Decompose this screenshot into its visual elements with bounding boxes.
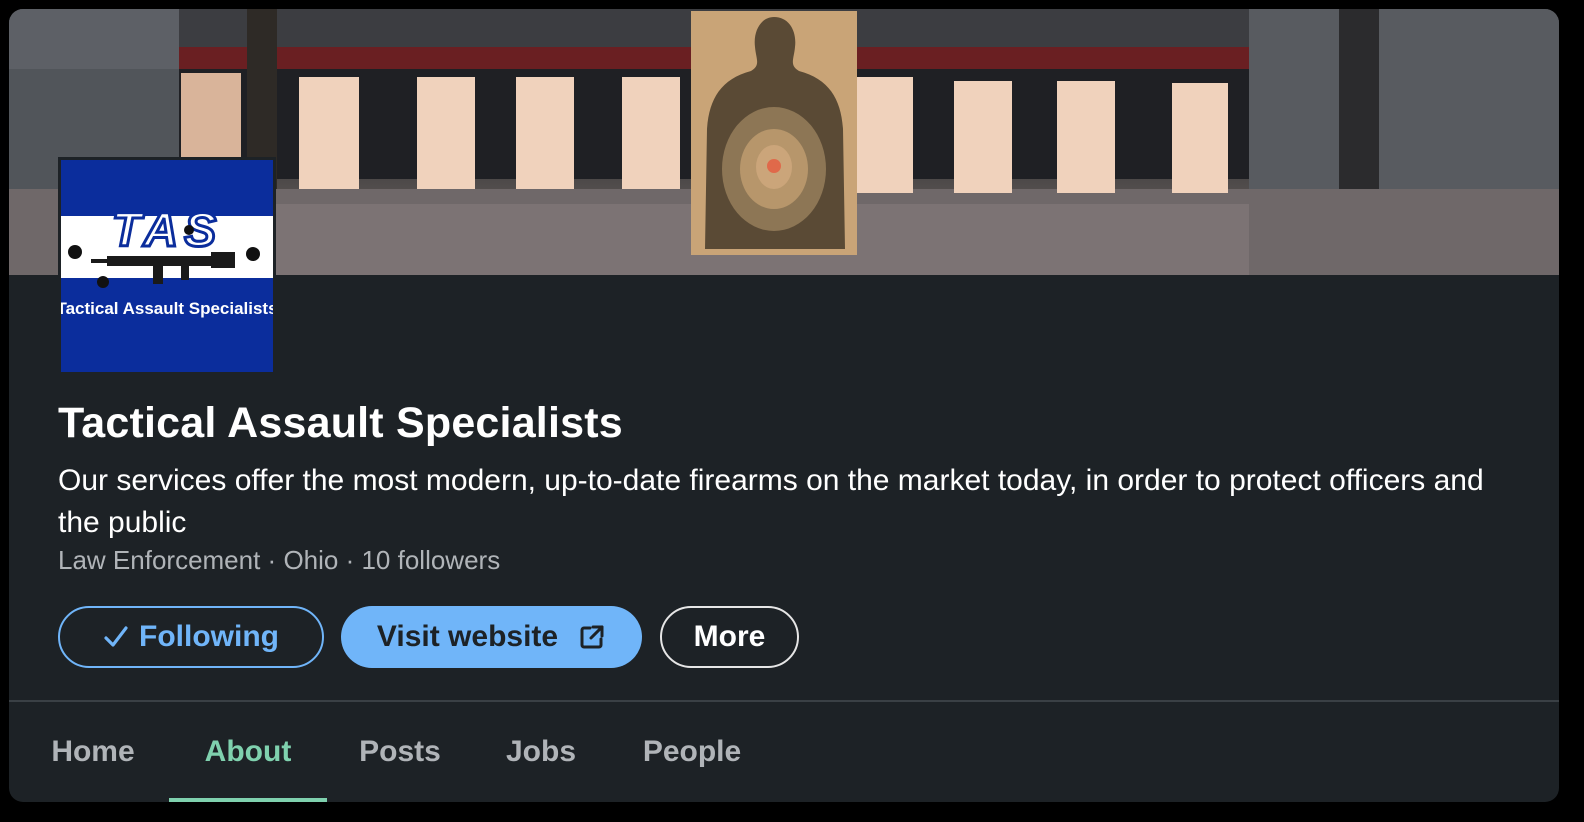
company-logo[interactable]: TAS Tactical Assault Specialists [58,157,276,375]
tab-posts[interactable]: Posts [343,702,457,802]
industry-text: Law Enforcement [58,545,261,575]
meta-separator: · [260,545,284,575]
visit-website-button[interactable]: Visit website [341,606,642,668]
external-link-icon [578,623,606,651]
location-text: Ohio [283,545,339,575]
tab-label: People [642,735,742,768]
company-name: Tactical Assault Specialists [58,399,623,447]
tab-label: Jobs [505,735,577,768]
following-button[interactable]: Following [58,606,324,668]
meta-separator: · [338,545,362,575]
checkmark-icon [103,624,129,650]
tab-about[interactable]: About [169,702,327,802]
tab-jobs[interactable]: Jobs [487,702,595,802]
following-label: Following [139,620,279,653]
followers-link[interactable]: 10 followers [361,545,500,575]
logo-subtext: Tactical Assault Specialists [61,299,273,318]
more-button[interactable]: More [660,606,799,668]
tab-people[interactable]: People [625,702,759,802]
visit-website-label: Visit website [376,620,559,653]
company-meta: Law Enforcement · Ohio · 10 followers [58,545,500,576]
tab-label: Home [51,735,135,768]
tab-home[interactable]: Home [33,702,153,802]
company-tagline: Our services offer the most modern, up-t… [58,464,1484,539]
logo-letters: TAS [112,204,222,257]
more-label: More [693,620,766,653]
active-tab-indicator [169,798,327,802]
tab-label: About [204,735,292,768]
tab-label: Posts [359,735,441,768]
company-page-card: TAS Tactical Assault Specialists Tactica… [9,9,1559,802]
page-tabs: Home About Posts Jobs People [9,702,1559,802]
